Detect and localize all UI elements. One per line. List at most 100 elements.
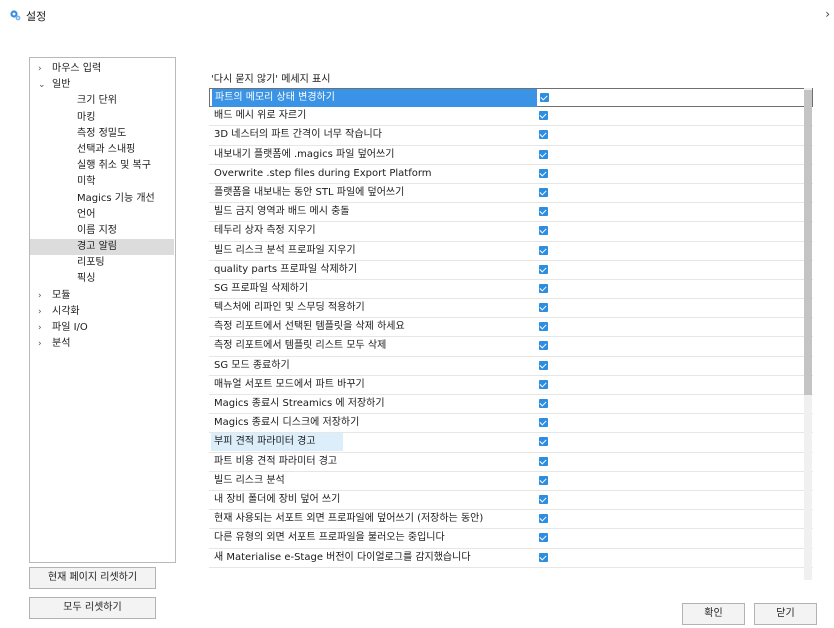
tree-item[interactable]: › 시각화	[30, 304, 175, 320]
tree-item[interactable]: › 파일 I/O	[30, 320, 175, 336]
list-row[interactable]: 새 Materialise e-Stage 버전이 다이얼로그를 감지했습니다	[209, 549, 813, 568]
reset-page-button[interactable]: 현재 페이지 리셋하기	[29, 567, 156, 589]
checkbox[interactable]	[539, 456, 548, 466]
checkbox[interactable]	[539, 322, 548, 332]
checkbox[interactable]	[539, 207, 548, 217]
chevron-right-icon[interactable]: ›	[38, 304, 52, 320]
list-row[interactable]: 파트 비용 견적 파라미터 경고	[209, 453, 813, 472]
gear-icon	[10, 10, 21, 21]
list-row[interactable]: 텍스처에 리파인 및 스무딩 적용하기	[209, 299, 813, 319]
chevron-right-icon[interactable]: ›	[38, 320, 52, 336]
checkbox[interactable]	[539, 494, 548, 504]
tree-item[interactable]: › 마우스 입력	[30, 61, 175, 77]
list-row-label: 다른 유형의 외면 서포트 프로파일을 불러오는 중입니다	[214, 532, 445, 544]
tree-item-label: 크기 단위	[77, 95, 117, 107]
checkbox[interactable]	[539, 552, 548, 562]
checkbox[interactable]	[539, 226, 548, 236]
checkbox[interactable]	[539, 437, 548, 447]
checkbox[interactable]	[539, 360, 548, 370]
checkbox[interactable]	[539, 111, 548, 121]
tree-item[interactable]: 경고 알림	[30, 239, 174, 256]
scrollbar-thumb[interactable]	[804, 90, 812, 395]
list-row[interactable]: 3D 네스터의 파트 간격이 너무 작습니다	[209, 126, 813, 146]
list-row-label: 플랫폼을 내보내는 동안 STL 파일에 덮어쓰기	[214, 186, 405, 198]
list-row[interactable]: 현재 사용되는 서포트 외면 프로파일에 덮어쓰기 (저장하는 동안)	[209, 510, 813, 530]
tree-item[interactable]: 픽싱	[30, 271, 175, 287]
tree-item[interactable]: ⌄ 일반	[30, 77, 175, 93]
checkbox[interactable]	[539, 168, 548, 178]
list-row[interactable]: Overwrite .step files during Export Plat…	[209, 165, 813, 184]
tree-item-label: 경고 알림	[77, 241, 117, 253]
list-row[interactable]: Magics 종료시 디스크에 저장하기	[209, 414, 813, 434]
tree-item-label: 마킹	[77, 111, 96, 123]
checkbox[interactable]	[539, 283, 548, 293]
list-row[interactable]: 측정 리포트에서 선택된 템플릿을 삭제 하세요	[209, 318, 813, 338]
list-row[interactable]: SG 프로파일 삭제하기	[209, 280, 813, 300]
tree-item[interactable]: › 모듈	[30, 288, 175, 304]
vertical-scrollbar[interactable]	[804, 88, 812, 580]
chevron-right-icon[interactable]: ›	[38, 61, 52, 77]
checkbox[interactable]	[539, 533, 548, 543]
list-row[interactable]: SG 모드 종료하기	[209, 357, 813, 376]
tree-item[interactable]: 측정 정밀도	[30, 126, 175, 142]
list-row-label: Overwrite .step files during Export Plat…	[214, 167, 432, 179]
checkbox[interactable]	[539, 475, 548, 485]
list-row[interactable]: 배드 메시 위로 자르기	[209, 107, 813, 127]
tree-item-label: 리포팅	[77, 257, 105, 269]
chevron-right-icon[interactable]: ›	[38, 336, 52, 352]
tree-item[interactable]: 리포팅	[30, 255, 175, 271]
ok-button[interactable]: 확인	[682, 603, 745, 625]
checkbox[interactable]	[539, 303, 548, 313]
checkbox[interactable]	[539, 187, 548, 197]
list-row-label: 파트의 메모리 상태 변경하기	[212, 89, 537, 107]
list-row[interactable]: 내 장비 폴더에 장비 덮어 쓰기	[209, 491, 813, 511]
list-row-label: 빌드 리스크 분석	[214, 474, 285, 486]
tree-item-label: 모듈	[52, 289, 71, 301]
list-row[interactable]: 빌드 리스크 분석 프로파일 지우기	[209, 242, 813, 261]
tree-item[interactable]: 선택과 스내핑	[30, 142, 175, 158]
checkbox[interactable]	[539, 379, 548, 389]
tree-item-label: 분석	[52, 338, 71, 350]
tree-item[interactable]: 마킹	[30, 110, 175, 126]
list-row[interactable]: 테두리 상자 측정 지우기	[209, 222, 813, 242]
window-title: 설정	[26, 10, 47, 23]
list-row[interactable]: Magics 종료시 Streamics 에 저장하기	[209, 395, 813, 415]
checkbox[interactable]	[539, 514, 548, 524]
close-button[interactable]: 닫기	[754, 603, 817, 625]
list-row-label: 측정 리포트에서 템플릿 리스트 모두 삭제	[214, 340, 387, 352]
chevron-right-icon[interactable]: ›	[38, 288, 52, 304]
reset-all-button[interactable]: 모두 리셋하기	[29, 597, 156, 619]
list-row[interactable]: 측정 리포트에서 템플릿 리스트 모두 삭제	[209, 337, 813, 357]
warning-message-list[interactable]: 파트의 메모리 상태 변경하기 배드 메시 위로 자르기 3D 네스터의 파트 간격…	[209, 88, 813, 580]
tree-item[interactable]: 언어	[30, 207, 175, 223]
settings-category-tree[interactable]: › 마우스 입력 ⌄ 일반크기 단위마킹측정 정밀도 선택과 스내핑 실행 취소 및 복구…	[29, 57, 176, 563]
checkbox[interactable]	[539, 149, 548, 159]
tree-item[interactable]: 이름 지정	[30, 223, 175, 239]
chevron-right-icon[interactable]: ›	[825, 7, 830, 21]
checkbox[interactable]	[539, 130, 548, 140]
tree-item[interactable]: Magics 기능 개선	[30, 191, 175, 207]
checkbox[interactable]	[540, 93, 549, 102]
list-row[interactable]: 플랫폼을 내보내는 동안 STL 파일에 덮어쓰기	[209, 184, 813, 204]
list-row[interactable]: 다른 유형의 외면 서포트 프로파일을 불러오는 중입니다	[209, 529, 813, 549]
tree-item[interactable]: › 분석	[30, 336, 175, 352]
list-row[interactable]: 빌드 리스크 분석	[209, 472, 813, 491]
list-row-label: 현재 사용되는 서포트 외면 프로파일에 덮어쓰기 (저장하는 동안)	[214, 513, 484, 525]
checkbox[interactable]	[539, 341, 548, 351]
checkbox[interactable]	[539, 264, 548, 274]
list-row[interactable]: 매뉴얼 서포트 모드에서 파트 바꾸기	[209, 376, 813, 395]
checkbox[interactable]	[539, 399, 548, 408]
chevron-down-icon[interactable]: ⌄	[38, 77, 52, 93]
tree-item[interactable]: 미학	[30, 174, 175, 190]
tree-item[interactable]: 실행 취소 및 복구	[30, 158, 175, 174]
tree-item[interactable]: 크기 단위	[30, 93, 175, 109]
list-row[interactable]: quality parts 프로파일 삭제하기	[209, 261, 813, 280]
list-row[interactable]: 파트의 메모리 상태 변경하기	[209, 88, 813, 108]
list-row[interactable]: 빌드 금지 영역과 배드 메시 충돌	[209, 203, 813, 223]
list-row-label: quality parts 프로파일 삭제하기	[214, 263, 358, 275]
list-row[interactable]: 부피 견적 파라미터 경고	[209, 433, 813, 453]
list-row[interactable]: 내보내기 플랫폼에 .magics 파일 덮어쓰기	[209, 146, 813, 165]
tree-item-label: 파일 I/O	[52, 322, 88, 333]
checkbox[interactable]	[539, 245, 548, 255]
checkbox[interactable]	[539, 418, 548, 428]
